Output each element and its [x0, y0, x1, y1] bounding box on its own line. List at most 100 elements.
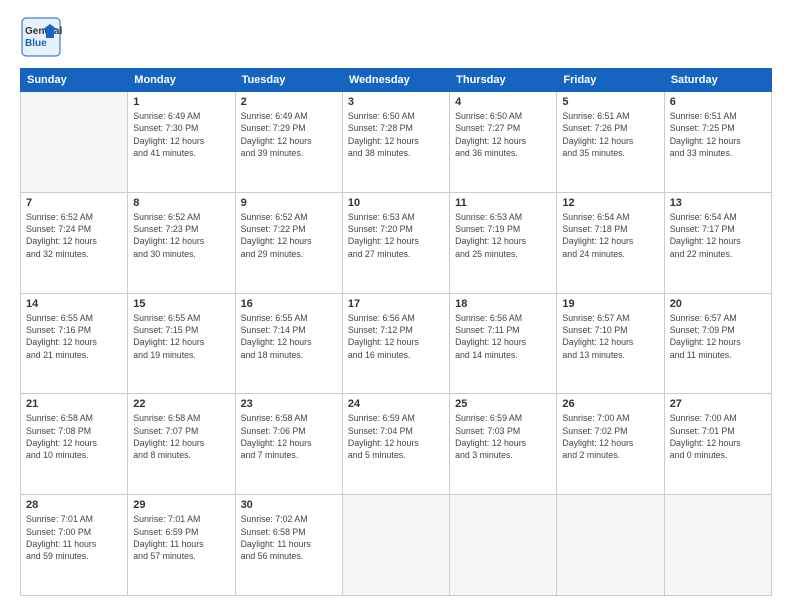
col-tuesday: Tuesday: [235, 69, 342, 92]
calendar-cell: 7 Sunrise: 6:52 AM Sunset: 7:24 PM Daylig…: [21, 192, 128, 293]
day-number: 27: [670, 398, 766, 410]
day-number: 15: [133, 298, 229, 310]
day-number: 24: [348, 398, 444, 410]
logo: General Blue: [20, 16, 62, 58]
day-info: Sunrise: 7:02 AM Sunset: 6:58 PM Dayligh…: [241, 513, 337, 562]
calendar-cell: 16 Sunrise: 6:55 AM Sunset: 7:14 PM Dayli…: [235, 293, 342, 394]
day-number: 19: [562, 298, 658, 310]
day-number: 21: [26, 398, 122, 410]
col-monday: Monday: [128, 69, 235, 92]
day-number: 14: [26, 298, 122, 310]
calendar-table: Sunday Monday Tuesday Wednesday Thursday…: [20, 68, 772, 596]
svg-text:Blue: Blue: [25, 38, 47, 49]
calendar-cell: 10 Sunrise: 6:53 AM Sunset: 7:20 PM Dayli…: [342, 192, 449, 293]
calendar-cell: [664, 495, 771, 596]
day-info: Sunrise: 6:51 AM Sunset: 7:25 PM Dayligh…: [670, 110, 766, 159]
calendar-week-row: 1Sunrise: 6:49 AM Sunset: 7:30 PM Daylig…: [21, 92, 772, 193]
calendar-cell: 4Sunrise: 6:50 AM Sunset: 7:27 PM Daylig…: [450, 92, 557, 193]
calendar-cell: 19 Sunrise: 6:57 AM Sunset: 7:10 PM Dayli…: [557, 293, 664, 394]
day-info: Sunrise: 6:55 AM Sunset: 7:15 PM Dayligh…: [133, 312, 229, 361]
col-sunday: Sunday: [21, 69, 128, 92]
day-info: Sunrise: 6:59 AM Sunset: 7:04 PM Dayligh…: [348, 412, 444, 461]
calendar-cell: [557, 495, 664, 596]
day-number: 20: [670, 298, 766, 310]
day-info: Sunrise: 6:49 AM Sunset: 7:30 PM Dayligh…: [133, 110, 229, 159]
header: General Blue: [20, 16, 772, 58]
day-info: Sunrise: 7:01 AM Sunset: 7:00 PM Dayligh…: [26, 513, 122, 562]
calendar-cell: 21Sunrise: 6:58 AM Sunset: 7:08 PM Dayli…: [21, 394, 128, 495]
calendar-cell: [21, 92, 128, 193]
day-info: Sunrise: 6:55 AM Sunset: 7:14 PM Dayligh…: [241, 312, 337, 361]
calendar-cell: 6 Sunrise: 6:51 AM Sunset: 7:25 PM Daylig…: [664, 92, 771, 193]
day-number: 10: [348, 197, 444, 209]
day-info: Sunrise: 6:57 AM Sunset: 7:10 PM Dayligh…: [562, 312, 658, 361]
day-info: Sunrise: 6:57 AM Sunset: 7:09 PM Dayligh…: [670, 312, 766, 361]
day-info: Sunrise: 6:59 AM Sunset: 7:03 PM Dayligh…: [455, 412, 551, 461]
day-info: Sunrise: 6:55 AM Sunset: 7:16 PM Dayligh…: [26, 312, 122, 361]
day-number: 6: [670, 96, 766, 108]
calendar-cell: 30 Sunrise: 7:02 AM Sunset: 6:58 PM Dayli…: [235, 495, 342, 596]
day-info: Sunrise: 6:50 AM Sunset: 7:28 PM Dayligh…: [348, 110, 444, 159]
day-number: 2: [241, 96, 337, 108]
day-number: 5: [562, 96, 658, 108]
calendar-cell: 15 Sunrise: 6:55 AM Sunset: 7:15 PM Dayli…: [128, 293, 235, 394]
day-number: 3: [348, 96, 444, 108]
logo-icon: General Blue: [20, 16, 62, 58]
calendar-cell: 27Sunrise: 7:00 AM Sunset: 7:01 PM Dayli…: [664, 394, 771, 495]
calendar-cell: 9Sunrise: 6:52 AM Sunset: 7:22 PM Daylig…: [235, 192, 342, 293]
calendar-header-row: Sunday Monday Tuesday Wednesday Thursday…: [21, 69, 772, 92]
calendar-cell: 11 Sunrise: 6:53 AM Sunset: 7:19 PM Dayli…: [450, 192, 557, 293]
col-saturday: Saturday: [664, 69, 771, 92]
calendar-cell: 17Sunrise: 6:56 AM Sunset: 7:12 PM Dayli…: [342, 293, 449, 394]
calendar-cell: 28 Sunrise: 7:01 AM Sunset: 7:00 PM Dayli…: [21, 495, 128, 596]
day-number: 4: [455, 96, 551, 108]
calendar-cell: 29Sunrise: 7:01 AM Sunset: 6:59 PM Dayli…: [128, 495, 235, 596]
day-number: 12: [562, 197, 658, 209]
day-number: 8: [133, 197, 229, 209]
calendar-week-row: 7 Sunrise: 6:52 AM Sunset: 7:24 PM Daylig…: [21, 192, 772, 293]
page: General Blue Sunday Monday Tuesday Wedne…: [0, 0, 792, 612]
calendar-cell: [342, 495, 449, 596]
day-info: Sunrise: 6:53 AM Sunset: 7:19 PM Dayligh…: [455, 211, 551, 260]
calendar-cell: [450, 495, 557, 596]
day-info: Sunrise: 6:54 AM Sunset: 7:18 PM Dayligh…: [562, 211, 658, 260]
day-number: 25: [455, 398, 551, 410]
calendar-cell: 24 Sunrise: 6:59 AM Sunset: 7:04 PM Dayli…: [342, 394, 449, 495]
day-number: 26: [562, 398, 658, 410]
calendar-cell: 20 Sunrise: 6:57 AM Sunset: 7:09 PM Dayli…: [664, 293, 771, 394]
col-thursday: Thursday: [450, 69, 557, 92]
calendar-cell: 13Sunrise: 6:54 AM Sunset: 7:17 PM Dayli…: [664, 192, 771, 293]
day-number: 29: [133, 499, 229, 511]
calendar-week-row: 14 Sunrise: 6:55 AM Sunset: 7:16 PM Dayli…: [21, 293, 772, 394]
day-info: Sunrise: 7:00 AM Sunset: 7:02 PM Dayligh…: [562, 412, 658, 461]
calendar-cell: 14 Sunrise: 6:55 AM Sunset: 7:16 PM Dayli…: [21, 293, 128, 394]
calendar-cell: 18Sunrise: 6:56 AM Sunset: 7:11 PM Dayli…: [450, 293, 557, 394]
day-info: Sunrise: 6:49 AM Sunset: 7:29 PM Dayligh…: [241, 110, 337, 159]
day-info: Sunrise: 6:58 AM Sunset: 7:07 PM Dayligh…: [133, 412, 229, 461]
day-info: Sunrise: 6:52 AM Sunset: 7:24 PM Dayligh…: [26, 211, 122, 260]
day-number: 9: [241, 197, 337, 209]
day-number: 11: [455, 197, 551, 209]
col-wednesday: Wednesday: [342, 69, 449, 92]
day-number: 22: [133, 398, 229, 410]
calendar-cell: 1Sunrise: 6:49 AM Sunset: 7:30 PM Daylig…: [128, 92, 235, 193]
calendar-week-row: 21Sunrise: 6:58 AM Sunset: 7:08 PM Dayli…: [21, 394, 772, 495]
calendar-cell: 5 Sunrise: 6:51 AM Sunset: 7:26 PM Daylig…: [557, 92, 664, 193]
col-friday: Friday: [557, 69, 664, 92]
day-number: 30: [241, 499, 337, 511]
day-number: 18: [455, 298, 551, 310]
calendar-week-row: 28 Sunrise: 7:01 AM Sunset: 7:00 PM Dayli…: [21, 495, 772, 596]
day-number: 7: [26, 197, 122, 209]
calendar-cell: 26 Sunrise: 7:00 AM Sunset: 7:02 PM Dayli…: [557, 394, 664, 495]
calendar-cell: 22 Sunrise: 6:58 AM Sunset: 7:07 PM Dayli…: [128, 394, 235, 495]
day-info: Sunrise: 6:53 AM Sunset: 7:20 PM Dayligh…: [348, 211, 444, 260]
day-number: 17: [348, 298, 444, 310]
calendar-cell: 25 Sunrise: 6:59 AM Sunset: 7:03 PM Dayli…: [450, 394, 557, 495]
svg-text:General: General: [25, 26, 62, 37]
day-info: Sunrise: 6:51 AM Sunset: 7:26 PM Dayligh…: [562, 110, 658, 159]
calendar-cell: 8 Sunrise: 6:52 AM Sunset: 7:23 PM Daylig…: [128, 192, 235, 293]
day-info: Sunrise: 6:52 AM Sunset: 7:23 PM Dayligh…: [133, 211, 229, 260]
day-number: 28: [26, 499, 122, 511]
calendar-cell: 12 Sunrise: 6:54 AM Sunset: 7:18 PM Dayli…: [557, 192, 664, 293]
day-number: 16: [241, 298, 337, 310]
